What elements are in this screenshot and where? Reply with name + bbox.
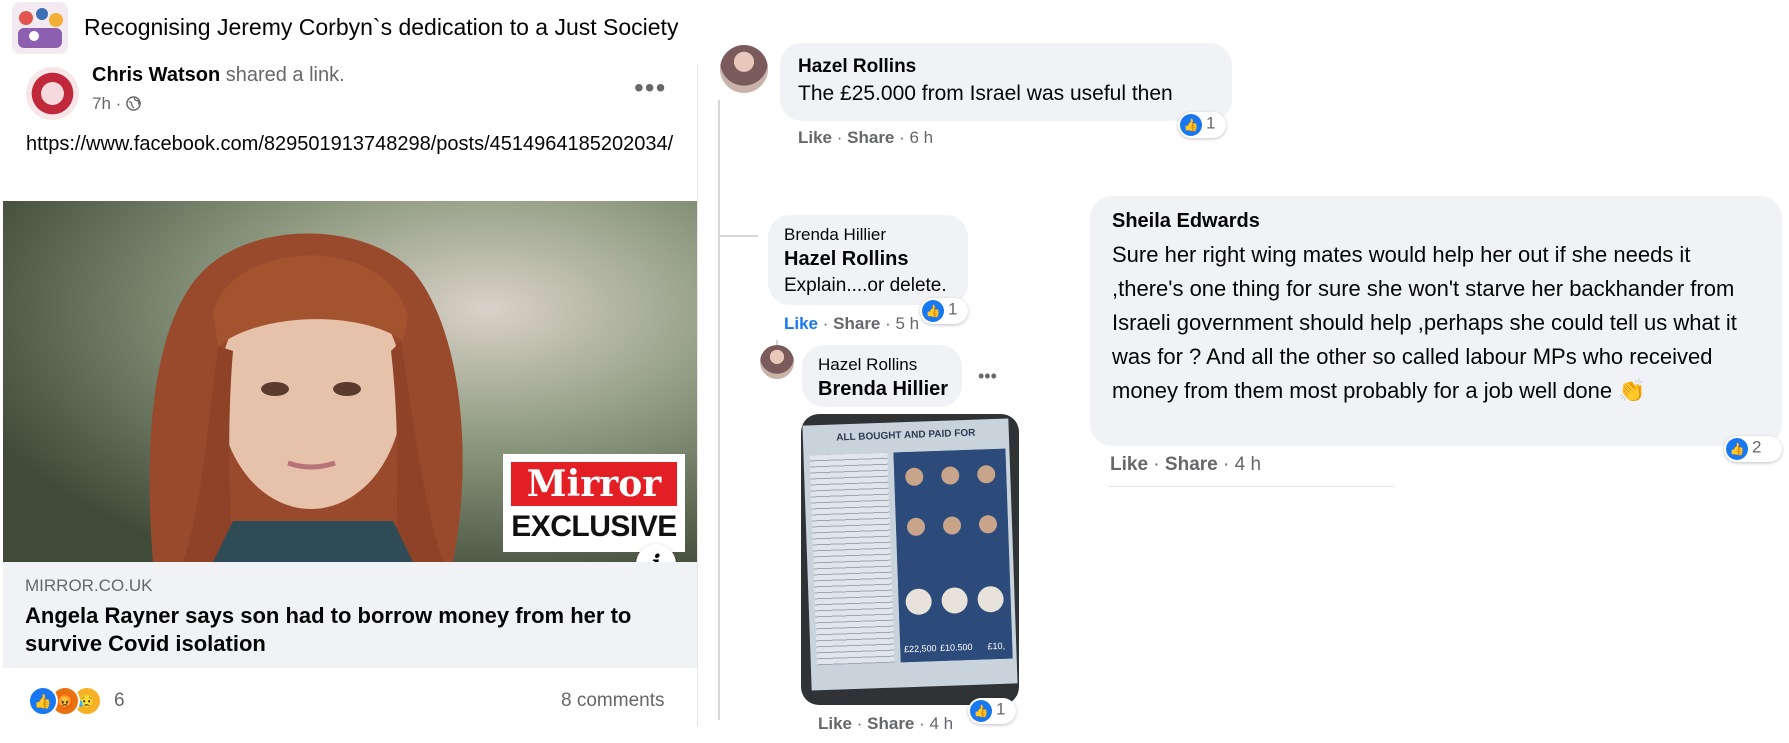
comment-time[interactable]: 6 h — [910, 128, 934, 147]
like-icon: 👍 — [922, 300, 944, 322]
post-time-text: 7h — [92, 94, 111, 113]
reply-author[interactable]: Brenda Hillier — [784, 225, 886, 245]
photo-amount-2: £10.500 — [940, 642, 973, 653]
badge-label: EXCLUSIVE — [511, 510, 677, 543]
link-preview-meta[interactable]: MIRROR.CO.UK Angela Rayner says son had … — [3, 562, 697, 668]
reply-like-count[interactable]: 👍 1 — [968, 698, 1016, 724]
reply-actions: Like · Share · 4 h — [818, 714, 954, 733]
post-timestamp[interactable]: 7h · — [92, 94, 141, 114]
post-more-options-icon[interactable]: ••• — [634, 74, 666, 102]
reply-actions: Like · Share · 5 h — [784, 314, 920, 333]
reaction-count[interactable]: 6 — [114, 690, 125, 712]
comment-count[interactable]: 8 comments — [561, 690, 664, 712]
reply-time[interactable]: 5 h — [896, 314, 920, 333]
like-icon: 👍 — [1726, 438, 1748, 460]
comment-text: The £25.000 from Israel was useful then — [798, 82, 1173, 105]
group-thumbnail[interactable] — [12, 2, 68, 54]
like-reaction-icon: 👍 — [28, 686, 58, 716]
reply-bubble: Brenda Hillier Hazel Rollins Explain....… — [768, 215, 968, 305]
post-author-line: Chris Watson shared a link. — [92, 64, 345, 87]
mention-tag[interactable]: Hazel Rollins — [784, 248, 908, 271]
comment-actions: Like · Share · 6 h — [798, 128, 934, 147]
comment-like-number: 2 — [1752, 437, 1762, 457]
reply-text: Explain....or delete. — [784, 275, 947, 296]
photo-table — [809, 452, 895, 666]
comment-time[interactable]: 4 h — [1235, 454, 1261, 475]
reply-time[interactable]: 4 h — [930, 714, 954, 733]
comment-author[interactable]: Hazel Rollins — [798, 56, 916, 78]
link-title[interactable]: Angela Rayner says son had to borrow mon… — [25, 602, 665, 658]
group-title[interactable]: Recognising Jeremy Corbyn`s dedication t… — [84, 14, 678, 41]
post-author-name[interactable]: Chris Watson — [92, 64, 220, 86]
comment-like-number: 1 — [1206, 113, 1216, 133]
thread-branch — [718, 235, 758, 237]
comment-bubble: Hazel Rollins The £25.000 from Israel wa… — [780, 43, 1232, 121]
comment-author[interactable]: Sheila Edwards — [1112, 210, 1260, 233]
comment-like-button[interactable]: Like — [1110, 454, 1148, 475]
comment-bubble: Sheila Edwards Sure her right wing mates… — [1090, 196, 1782, 446]
reply-more-options-icon[interactable]: ••• — [978, 366, 997, 387]
link-domain: MIRROR.CO.UK — [25, 576, 153, 595]
mirror-exclusive-badge: Mirror EXCLUSIVE — [503, 454, 685, 552]
comment-like-count[interactable]: 👍 1 — [1178, 112, 1226, 138]
divider — [1108, 486, 1394, 487]
reply-like-button[interactable]: Like — [818, 714, 852, 733]
comment-photo[interactable]: ALL BOUGHT AND PAID FOR £22,500 £10.500 … — [801, 414, 1019, 705]
comment-share-button[interactable]: Share — [1165, 454, 1218, 475]
photo-amount-1: £22,500 — [904, 643, 937, 654]
thread-line — [718, 100, 720, 720]
photo-grid: £22,500 £10.500 £10, — [893, 448, 1013, 663]
photo-newspaper: ALL BOUGHT AND PAID FOR £22,500 £10.500 … — [802, 418, 1018, 691]
comment-text: Sure her right wing mates would help her… — [1112, 242, 1737, 403]
comment-like-count[interactable]: 👍 2 — [1724, 436, 1782, 462]
reply-like-number: 1 — [948, 299, 958, 319]
comment-like-button[interactable]: Like — [798, 128, 832, 147]
reply-author[interactable]: Hazel Rollins — [818, 355, 917, 375]
reply-bubble: Hazel Rollins Brenda Hillier — [802, 345, 962, 407]
author-avatar[interactable] — [26, 67, 79, 120]
reply-share-button[interactable]: Share — [833, 314, 880, 333]
commenter-avatar[interactable] — [720, 45, 768, 93]
post-body-link[interactable]: https://www.facebook.com/829501913748298… — [26, 130, 676, 158]
mention-tag[interactable]: Brenda Hillier — [818, 378, 948, 401]
like-icon: 👍 — [970, 700, 992, 722]
comment-share-button[interactable]: Share — [847, 128, 894, 147]
photo-headline: ALL BOUGHT AND PAID FOR — [836, 427, 976, 444]
like-icon: 👍 — [1180, 114, 1202, 136]
comment-actions: Like · Share · 4 h — [1110, 454, 1262, 475]
globe-icon — [126, 94, 141, 113]
reply-share-button[interactable]: Share — [867, 714, 914, 733]
reply-like-number: 1 — [996, 699, 1006, 719]
reply-like-count[interactable]: 👍 1 — [920, 298, 968, 324]
post-action-text: shared a link. — [225, 64, 345, 86]
reply-like-button[interactable]: Like — [784, 314, 818, 333]
badge-brand: Mirror — [511, 462, 677, 506]
photo-amount-3: £10, — [987, 641, 1005, 652]
commenter-avatar[interactable] — [760, 345, 794, 379]
